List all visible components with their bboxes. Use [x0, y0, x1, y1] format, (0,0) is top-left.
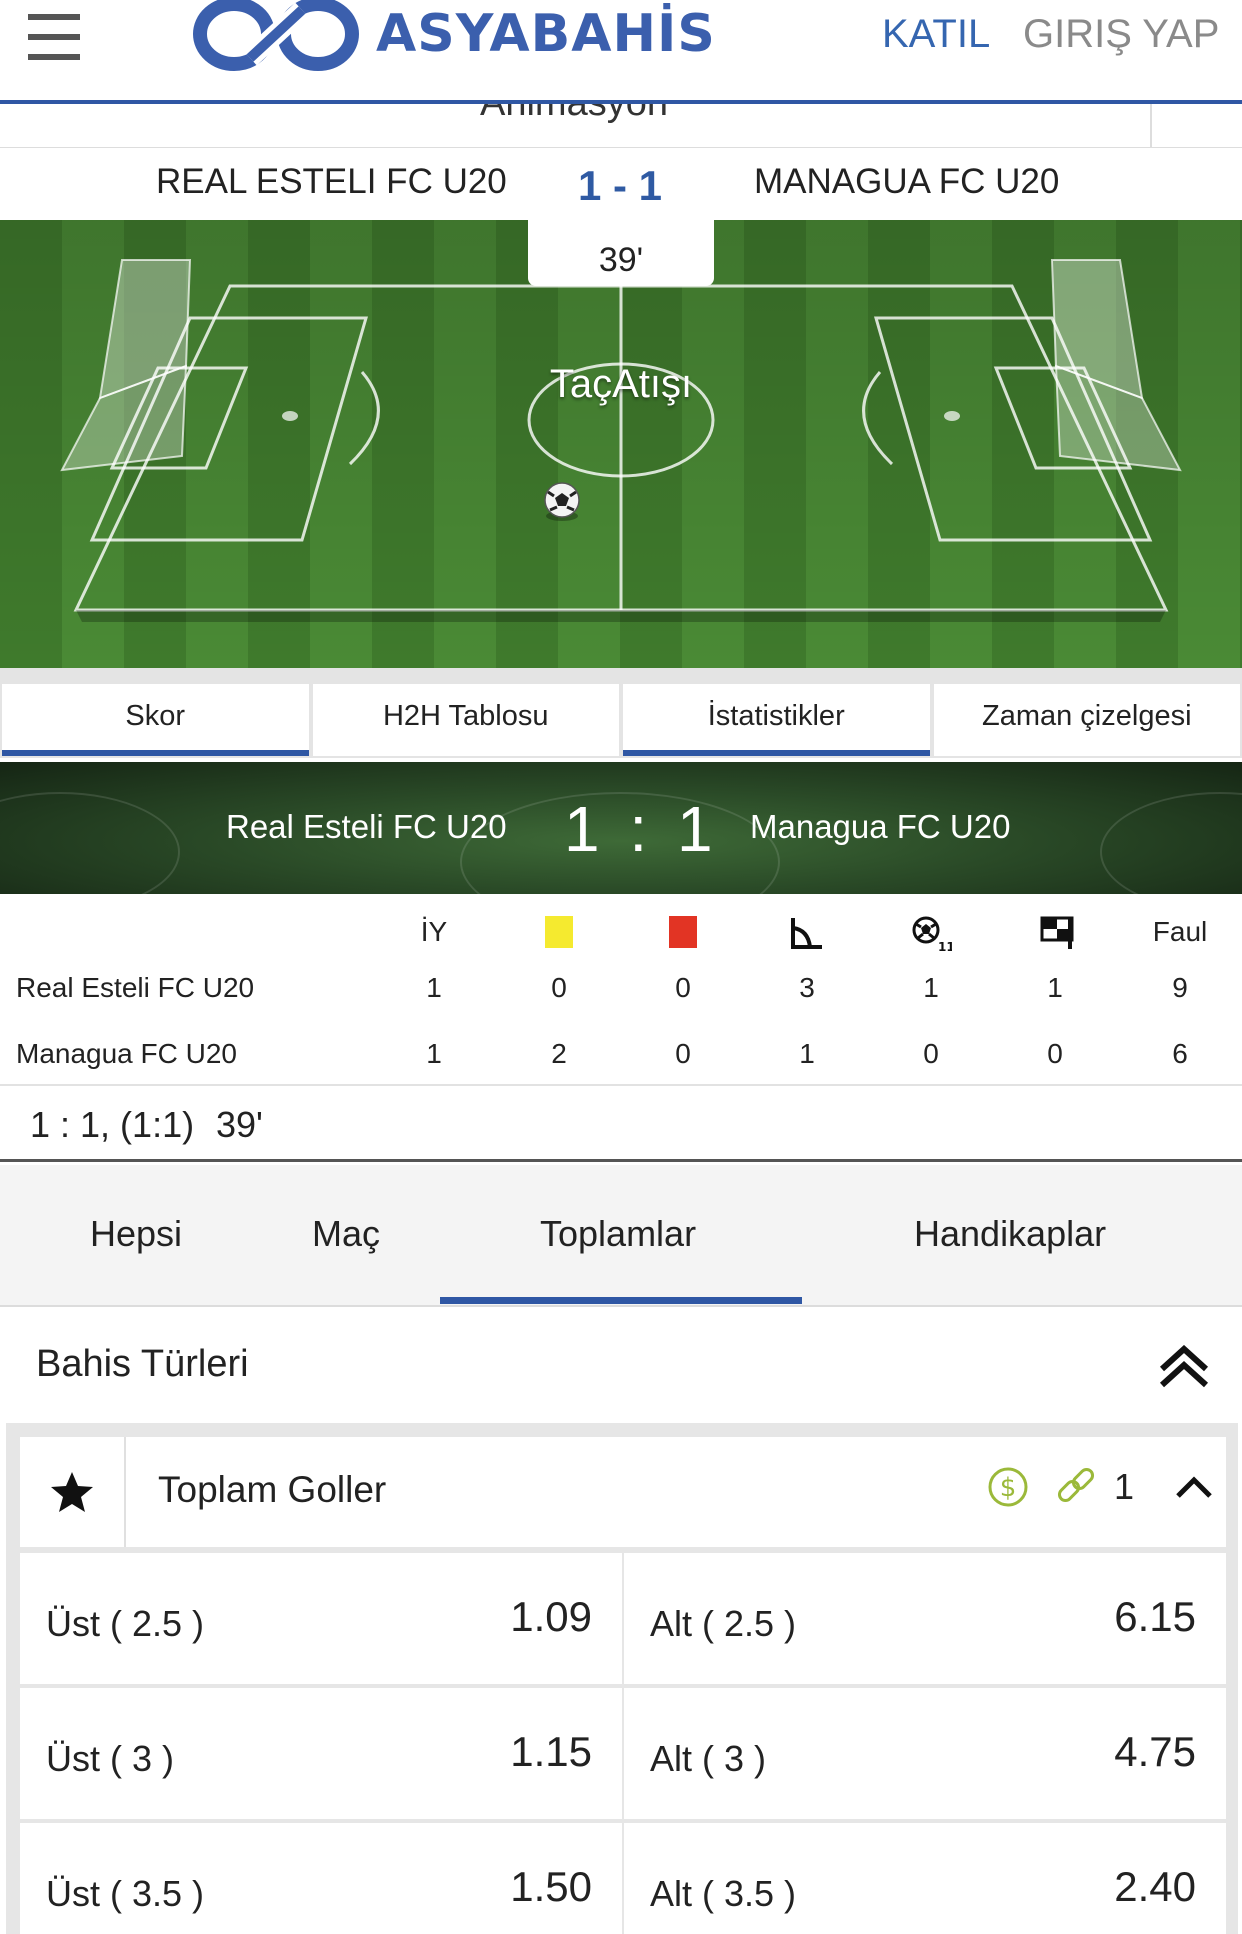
market-header-icons: $ 1 — [986, 1465, 1214, 1509]
stat-value: 0 — [551, 972, 567, 1003]
market-tab-match[interactable]: Maç — [312, 1213, 380, 1255]
odd-over-2-5[interactable]: Üst ( 2.5 ) 1.09 — [20, 1553, 622, 1684]
odd-over-3-5[interactable]: Üst ( 3.5 ) 1.50 — [20, 1823, 622, 1934]
odd-value: 1.09 — [510, 1593, 592, 1640]
stat-value: 1 — [799, 1038, 815, 1069]
fouls-header: Faul — [1152, 916, 1208, 947]
market-title: Toplam Goller — [158, 1469, 387, 1510]
scoreboard: Real Esteli FC U20 1 : 1 Managua FC U20 — [0, 762, 1242, 894]
stat-value: 6 — [1172, 1038, 1188, 1069]
tab-timeline[interactable]: Zaman çizelgesi — [933, 684, 1240, 756]
scoreboard-score: 1 : 1 — [564, 793, 719, 865]
odd-over-3[interactable]: Üst ( 3 ) 1.15 — [20, 1688, 622, 1819]
favorite-button[interactable] — [20, 1437, 126, 1547]
stat-value: 3 — [799, 972, 815, 1003]
stats-row-away: Managua FC U20 1 2 0 1 0 0 6 — [0, 1026, 1242, 1082]
top-header: ASYABAHİS KATIL GIRIŞ YAP — [0, 0, 1242, 104]
match-tabs: Skor H2H Tablosu İstatistikler Zaman çiz… — [0, 668, 1242, 758]
penalty-icon: 11 — [912, 916, 952, 952]
market-header[interactable]: Toplam Goller $ 1 — [20, 1437, 1226, 1547]
tab-statistics[interactable]: İstatistikler — [623, 684, 930, 756]
animation-label: Animasyon — [480, 104, 668, 125]
odd-under-3[interactable]: Alt ( 3 ) 4.75 — [624, 1688, 1226, 1819]
result-summary: 1 : 1, (1:1) 39' — [0, 1086, 1242, 1162]
event-label: TaçAtışı — [549, 362, 693, 406]
odd-label: Üst ( 3 ) — [46, 1738, 175, 1779]
bet-types-label: Bahis Türleri — [36, 1343, 249, 1385]
bet-types-header[interactable]: Bahis Türleri — [0, 1307, 1242, 1423]
odd-label: Alt ( 3 ) — [650, 1738, 767, 1779]
away-team-name: MANAGUA FC U20 — [754, 162, 1060, 201]
match-score: 1 - 1 — [578, 162, 663, 209]
odd-under-3-5[interactable]: Alt ( 3.5 ) 2.40 — [624, 1823, 1226, 1934]
tab-score[interactable]: Skor — [2, 684, 309, 756]
divider — [1150, 104, 1152, 147]
collapse-double-chevron-icon[interactable] — [1158, 1345, 1210, 1389]
stats-header-row: İY 11 Faul — [0, 904, 1242, 960]
svg-text:11: 11 — [938, 940, 952, 952]
stat-value: 0 — [675, 972, 691, 1003]
stat-value: 2 — [551, 1038, 567, 1069]
halftime-header: İY — [420, 916, 448, 947]
yellow-card-icon — [545, 916, 573, 948]
market-tab-all[interactable]: Hepsi — [90, 1213, 182, 1255]
market-tab-totals[interactable]: Toplamlar — [540, 1213, 696, 1255]
ball-icon — [544, 482, 580, 521]
odd-under-2-5[interactable]: Alt ( 2.5 ) 6.15 — [624, 1553, 1226, 1684]
stat-value: 1 — [426, 1038, 442, 1069]
link-count: 1 — [1114, 1466, 1135, 1507]
odd-label: Üst ( 2.5 ) — [46, 1603, 205, 1644]
odd-label: Alt ( 3.5 ) — [650, 1873, 797, 1914]
active-tab-indicator — [440, 1297, 802, 1304]
stats-team-name: Real Esteli FC U20 — [16, 972, 255, 1003]
match-minute: 39' — [528, 220, 714, 286]
corner-icon — [791, 918, 822, 949]
menu-icon[interactable] — [28, 12, 80, 60]
star-icon — [51, 1472, 93, 1512]
odd-value: 1.15 — [510, 1728, 592, 1775]
scoreboard-away-team: Managua FC U20 — [750, 808, 1011, 845]
stat-value: 1 — [923, 972, 939, 1003]
odd-value: 2.40 — [1114, 1863, 1196, 1910]
scoreboard-home-team: Real Esteli FC U20 — [226, 808, 507, 845]
market-tabs: Hepsi Maç Toplamlar Handikaplar — [0, 1165, 1242, 1307]
live-pitch-animation — [0, 220, 1242, 668]
result-score-text: 1 : 1, (1:1) — [30, 1104, 195, 1145]
join-link[interactable]: KATIL — [882, 12, 990, 57]
odd-label: Alt ( 2.5 ) — [650, 1603, 797, 1644]
pitch-lines — [0, 220, 1242, 668]
stat-value: 9 — [1172, 972, 1188, 1003]
odd-value: 4.75 — [1114, 1728, 1196, 1775]
market-total-goals: Toplam Goller $ 1 Üst ( 2.5 ) 1.09 Alt (… — [6, 1423, 1238, 1934]
stat-value: 0 — [1047, 1038, 1063, 1069]
market-tab-handicaps[interactable]: Handikaplar — [914, 1213, 1106, 1255]
stat-value: 0 — [923, 1038, 939, 1069]
svg-text:$: $ — [1000, 1473, 1017, 1503]
stats-team-name: Managua FC U20 — [16, 1038, 238, 1069]
stat-value: 1 — [1047, 972, 1063, 1003]
stat-value: 1 — [426, 972, 442, 1003]
logo-mark-icon — [193, 0, 359, 71]
odd-value: 1.50 — [510, 1863, 592, 1910]
offside-flag-icon — [1040, 916, 1074, 949]
home-team-name: REAL ESTELI FC U20 — [156, 162, 507, 201]
match-header: REAL ESTELI FC U20 1 - 1 MANAGUA FC U20 — [0, 148, 1242, 220]
link-icon[interactable] — [1054, 1465, 1098, 1509]
stats-table: İY 11 Faul Real Esteli FC U20 1 0 0 3 1 … — [0, 894, 1242, 1086]
stat-value: 0 — [675, 1038, 691, 1069]
odd-value: 6.15 — [1114, 1593, 1196, 1640]
brand-logo[interactable]: ASYABAHİS — [190, 0, 716, 74]
result-minute: 39' — [216, 1104, 263, 1145]
odd-label: Üst ( 3.5 ) — [46, 1873, 205, 1914]
tab-h2h[interactable]: H2H Tablosu — [312, 684, 619, 756]
stats-row-home: Real Esteli FC U20 1 0 0 3 1 1 9 — [0, 960, 1242, 1016]
red-card-icon — [669, 916, 697, 948]
cashout-dollar-icon[interactable]: $ — [986, 1465, 1030, 1509]
chevron-up-icon[interactable] — [1174, 1472, 1214, 1502]
brand-name: ASYABAHİS — [376, 4, 716, 64]
login-link[interactable]: GIRIŞ YAP — [1023, 12, 1219, 57]
animation-strip: Animasyon — [0, 104, 1242, 148]
